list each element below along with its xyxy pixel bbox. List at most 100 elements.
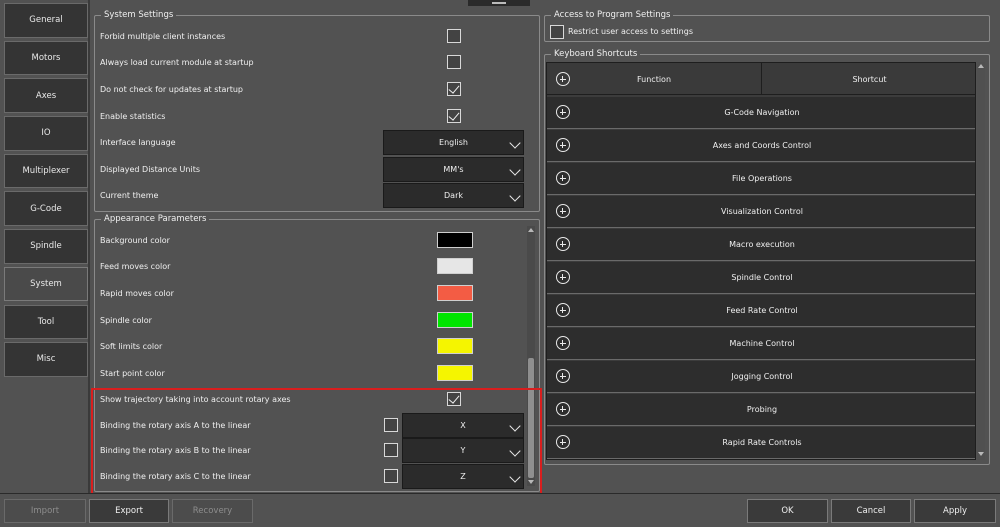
shortcut-group-row[interactable]: Machine Control: [547, 328, 975, 360]
scroll-up-icon[interactable]: [527, 226, 535, 234]
column-shortcut[interactable]: Shortcut: [762, 63, 975, 95]
tab-misc[interactable]: Misc: [4, 342, 88, 377]
import-button[interactable]: Import: [4, 499, 86, 523]
expand-plus-icon[interactable]: [556, 336, 570, 350]
shortcut-group-row[interactable]: Spindle Control: [547, 262, 975, 294]
column-function-label: Function: [636, 74, 672, 84]
scroll-down-icon[interactable]: [977, 450, 985, 458]
tab-io[interactable]: IO: [4, 116, 88, 151]
expand-plus-icon[interactable]: [556, 270, 570, 284]
start-point-color-swatch[interactable]: [437, 365, 473, 381]
background-color-label: Background color: [100, 235, 170, 245]
forbid-multiple-label: Forbid multiple client instances: [100, 31, 226, 41]
shortcut-group-label: Rapid Rate Controls: [722, 438, 802, 447]
shortcut-group-label: G-Code Navigation: [724, 108, 800, 117]
shortcut-group-label: Jogging Control: [731, 372, 793, 381]
spindle-color-swatch[interactable]: [437, 312, 473, 328]
shortcuts-header: Function Shortcut: [547, 63, 975, 95]
interface-language-row: Interface language English: [95, 130, 539, 155]
chevron-down-icon: [509, 190, 521, 202]
no-update-check-checkbox[interactable]: [447, 82, 461, 96]
expand-plus-icon[interactable]: [556, 105, 570, 119]
system-settings-title: System Settings: [101, 9, 177, 21]
rapid-moves-color-label: Rapid moves color: [100, 288, 174, 298]
feed-moves-color-label: Feed moves color: [100, 261, 171, 271]
rapid-moves-color-swatch[interactable]: [437, 285, 473, 301]
tab-g-code[interactable]: G-Code: [4, 191, 88, 226]
shortcut-group-row[interactable]: Visualization Control: [547, 196, 975, 228]
distance-units-value: MM's: [443, 165, 464, 174]
apply-button[interactable]: Apply: [914, 499, 996, 523]
recovery-button[interactable]: Recovery: [172, 499, 253, 523]
system-settings-group: System Settings Forbid multiple client i…: [94, 9, 540, 212]
window-grip[interactable]: [468, 0, 530, 6]
always-load-label: Always load current module at startup: [100, 57, 254, 67]
current-theme-select[interactable]: Dark: [383, 183, 524, 208]
shortcuts-scrollbar[interactable]: [977, 62, 985, 460]
soft-limits-color-row: Soft limits color: [95, 338, 539, 354]
shortcut-group-label: Visualization Control: [721, 207, 803, 216]
soft-limits-color-swatch[interactable]: [437, 338, 473, 354]
access-title: Access to Program Settings: [551, 9, 674, 21]
shortcut-group-label: Macro execution: [729, 240, 795, 249]
expand-plus-icon[interactable]: [556, 138, 570, 152]
shortcut-group-row[interactable]: Feed Rate Control: [547, 295, 975, 327]
always-load-checkbox[interactable]: [447, 55, 461, 69]
no-update-check-row: Do not check for updates at startup: [95, 81, 539, 97]
tab-multiplexer[interactable]: Multiplexer: [4, 153, 88, 189]
distance-units-select[interactable]: MM's: [383, 157, 524, 182]
column-function[interactable]: Function: [547, 63, 762, 95]
expand-plus-icon[interactable]: [556, 303, 570, 317]
start-point-color-row: Start point color: [95, 365, 539, 381]
ok-button[interactable]: OK: [747, 499, 828, 523]
expand-plus-icon[interactable]: [556, 402, 570, 416]
shortcuts-title: Keyboard Shortcuts: [551, 48, 641, 60]
tab-motors[interactable]: Motors: [4, 40, 88, 76]
appearance-title: Appearance Parameters: [101, 213, 210, 225]
expand-plus-icon[interactable]: [556, 369, 570, 383]
scroll-up-icon[interactable]: [977, 62, 985, 70]
background-color-row: Background color: [95, 232, 539, 248]
shortcut-group-row[interactable]: Jogging Control: [547, 361, 975, 393]
shortcut-group-label: File Operations: [732, 174, 792, 183]
expand-plus-icon[interactable]: [556, 204, 570, 218]
shortcut-group-label: Axes and Coords Control: [712, 141, 812, 150]
enable-statistics-checkbox[interactable]: [447, 109, 461, 123]
shortcut-group-label: Spindle Control: [731, 273, 793, 282]
shortcut-group-row[interactable]: Rapid Rate Controls: [547, 427, 975, 459]
spindle-color-label: Spindle color: [100, 315, 152, 325]
shortcut-group-row[interactable]: Probing: [547, 394, 975, 426]
access-group: Access to Program Settings Restrict user…: [544, 9, 990, 42]
chevron-down-icon: [509, 164, 521, 176]
shortcut-group-row[interactable]: G-Code Navigation: [547, 97, 975, 129]
current-theme-label: Current theme: [100, 191, 159, 200]
expand-plus-icon[interactable]: [556, 171, 570, 185]
background-color-swatch[interactable]: [437, 232, 473, 248]
enable-statistics-label: Enable statistics: [100, 111, 166, 121]
tab-tool[interactable]: Tool: [4, 304, 88, 339]
expand-plus-icon[interactable]: [556, 237, 570, 251]
interface-language-select[interactable]: English: [383, 130, 524, 155]
shortcut-group-label: Feed Rate Control: [726, 306, 798, 315]
shortcuts-table: Function Shortcut G-Code Navigation Axes…: [546, 62, 976, 460]
forbid-multiple-row: Forbid multiple client instances: [95, 28, 539, 44]
always-load-row: Always load current module at startup: [95, 54, 539, 70]
tab-general[interactable]: General: [4, 3, 88, 38]
distance-units-label: Displayed Distance Units: [100, 165, 201, 174]
cancel-button[interactable]: Cancel: [831, 499, 911, 523]
restrict-access-checkbox[interactable]: [550, 25, 564, 39]
shortcut-group-label: Probing: [746, 405, 778, 414]
tab-spindle[interactable]: Spindle: [4, 229, 88, 264]
forbid-multiple-checkbox[interactable]: [447, 29, 461, 43]
shortcut-group-row[interactable]: Axes and Coords Control: [547, 130, 975, 162]
tab-axes[interactable]: Axes: [4, 78, 88, 113]
export-button[interactable]: Export: [89, 499, 169, 523]
shortcut-group-row[interactable]: Macro execution: [547, 229, 975, 261]
start-point-color-label: Start point color: [100, 368, 165, 378]
highlight-box: [91, 388, 542, 495]
shortcut-group-row[interactable]: File Operations: [547, 163, 975, 195]
feed-moves-color-swatch[interactable]: [437, 258, 473, 274]
current-theme-value: Dark: [444, 191, 463, 200]
expand-plus-icon[interactable]: [556, 435, 570, 449]
tab-system[interactable]: System: [4, 266, 88, 302]
